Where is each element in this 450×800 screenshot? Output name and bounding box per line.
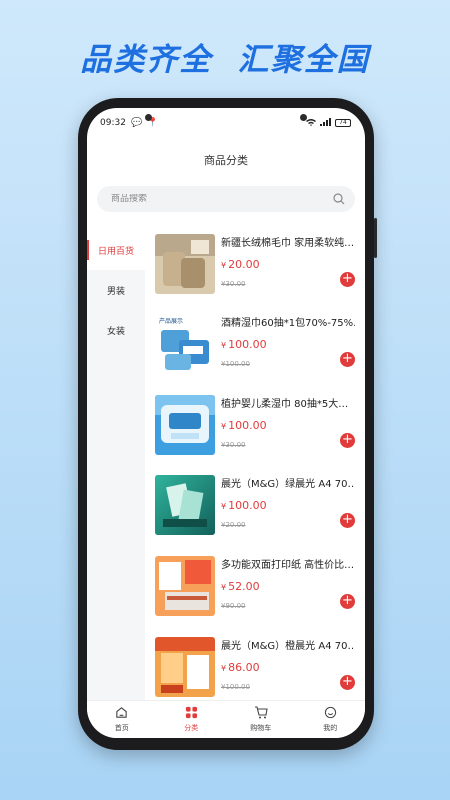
add-to-cart-button[interactable]: + [340,433,355,448]
product-price: ¥100.00 [221,419,267,432]
tab-home[interactable]: 首页 [87,701,157,738]
tab-label: 首页 [114,724,129,732]
tab-profile[interactable]: 我的 [296,701,366,738]
product-name: 酒精湿巾60抽*1包70%-75%… [221,318,355,329]
status-bar: 09:32 💬 📍 74 [87,108,365,138]
product-list: 新疆长绒棉毛巾 家用柔软纯… ¥20.00 ¥30.00 + 产品展示 酒精湿巾… [145,230,365,702]
product-card[interactable]: 产品展示 酒精湿巾60抽*1包70%-75%… ¥100.00 ¥100.00 … [155,312,355,392]
product-card[interactable]: 晨光（M&G）橙晨光 A4 70… ¥86.00 ¥100.00 + [155,635,355,702]
product-original-price: ¥100.00 [221,683,250,691]
product-name: 多功能双面打印纸 高性价比… [221,560,355,571]
tab-label: 我的 [323,724,338,732]
sidebar-item-label: 女装 [106,326,125,337]
product-card[interactable]: 晨光（M&G）绿晨光 A4 70… ¥100.00 ¥20.00 + [155,473,355,553]
wifi-icon [306,118,316,128]
product-price: ¥100.00 [221,499,267,512]
product-image[interactable] [155,556,215,616]
battery-level: 74 [339,119,347,126]
currency-symbol: ¥ [221,422,227,431]
add-to-cart-button[interactable]: + [340,675,355,690]
status-time: 09:32 [100,118,126,128]
product-price-value: 20.00 [228,258,260,271]
page-title: 商品分类 [204,154,248,167]
add-to-cart-button[interactable]: + [340,594,355,609]
product-price-value: 52.00 [228,580,260,593]
product-card[interactable]: 植护婴儿柔湿巾 80抽*5大… ¥100.00 ¥30.00 + [155,393,355,473]
product-original-price: ¥100.00 [221,360,250,368]
sidebar-item-label: 日用百货 [97,246,134,257]
add-to-cart-button[interactable]: + [340,272,355,287]
currency-symbol: ¥ [221,261,227,270]
product-price: ¥20.00 [221,258,260,271]
currency-symbol: ¥ [221,664,227,673]
product-original-price: ¥30.00 [221,280,246,288]
product-original-price: ¥30.00 [221,441,246,449]
product-image[interactable]: 产品展示 [155,314,215,374]
front-sensor [300,114,307,121]
front-camera [145,114,152,121]
currency-symbol: ¥ [221,502,227,511]
tab-category[interactable]: 分类 [157,701,227,738]
product-name: 晨光（M&G）绿晨光 A4 70… [221,479,355,490]
battery-icon: 74 [335,119,351,127]
sidebar-item-menswear[interactable]: 男装 [87,270,145,310]
tab-label: 分类 [184,724,199,732]
product-card[interactable]: 多功能双面打印纸 高性价比… ¥52.00 ¥90.00 + [155,554,355,634]
sidebar-item-daily-goods[interactable]: 日用百货 [87,230,145,270]
tab-label: 购物车 [250,724,272,732]
sidebar-item-womenswear[interactable]: 女装 [87,310,145,350]
product-price-value: 100.00 [228,338,267,351]
add-to-cart-button[interactable]: + [340,513,355,528]
search-input[interactable] [111,194,333,204]
chat-notification-icon: 💬 [130,118,143,128]
product-price: ¥100.00 [221,338,267,351]
product-image-caption: 产品展示 [159,318,184,325]
home-icon [115,706,128,721]
sidebar-item-label: 男装 [106,286,125,297]
product-price-value: 100.00 [228,499,267,512]
product-name: 晨光（M&G）橙晨光 A4 70… [221,641,355,652]
currency-symbol: ¥ [221,341,227,350]
product-original-price: ¥20.00 [221,521,246,529]
add-to-cart-button[interactable]: + [340,352,355,367]
product-price-value: 100.00 [228,419,267,432]
bottom-tab-bar: 首页 分类 购物车 我的 [87,700,365,738]
category-sidebar: 日用百货 男装 女装 [87,230,145,700]
search-icon[interactable] [333,190,345,209]
tab-cart[interactable]: 购物车 [226,701,296,738]
currency-symbol: ¥ [221,583,227,592]
category-icon [185,706,198,721]
product-original-price: ¥90.00 [221,602,246,610]
product-price: ¥86.00 [221,661,260,674]
product-name: 植护婴儿柔湿巾 80抽*5大… [221,399,349,410]
product-image[interactable] [155,637,215,697]
promo-banner-text: 品类齐全 汇聚全国 [80,42,370,78]
product-image[interactable] [155,395,215,455]
app-screen: 09:32 💬 📍 74 商品分类 日用百货 男装 女装 [87,108,365,738]
product-card[interactable]: 新疆长绒棉毛巾 家用柔软纯… ¥20.00 ¥30.00 + [155,232,355,312]
cart-icon [254,706,268,721]
product-image[interactable] [155,475,215,535]
phone-side-button [374,218,377,258]
product-name: 新疆长绒棉毛巾 家用柔软纯… [221,238,355,249]
product-price-value: 86.00 [228,661,260,674]
signal-icon [320,118,331,128]
product-image[interactable] [155,234,215,294]
search-bar[interactable] [97,186,355,212]
profile-icon [324,706,337,721]
product-price: ¥52.00 [221,580,260,593]
